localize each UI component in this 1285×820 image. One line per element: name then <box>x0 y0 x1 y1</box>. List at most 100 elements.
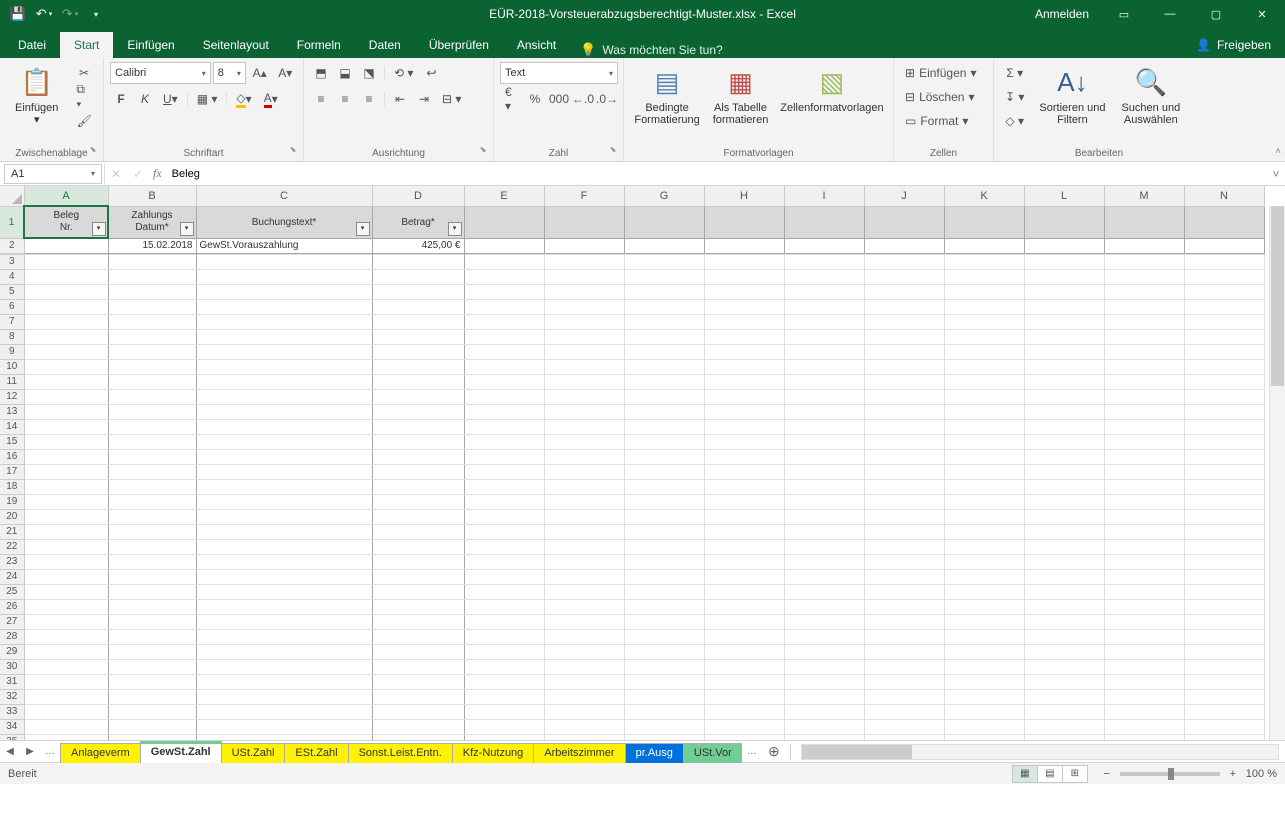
row-header[interactable]: 30 <box>0 659 24 674</box>
cell[interactable] <box>1184 689 1264 704</box>
sheet-tab[interactable]: ESt.Zahl <box>284 743 348 763</box>
cell[interactable] <box>196 569 372 584</box>
cell[interactable] <box>944 719 1024 734</box>
tab-review[interactable]: Überprüfen <box>415 32 503 58</box>
cell[interactable] <box>1024 719 1104 734</box>
align-bottom-button[interactable]: ⬔ <box>358 62 380 84</box>
cell[interactable] <box>864 299 944 314</box>
cell[interactable] <box>544 479 624 494</box>
account-sign-in[interactable]: Anmelden <box>1023 7 1101 21</box>
cell[interactable] <box>944 404 1024 419</box>
cell[interactable] <box>544 359 624 374</box>
cell[interactable] <box>464 659 544 674</box>
wrap-text-button[interactable]: ↩ <box>420 62 442 84</box>
cell[interactable] <box>1184 464 1264 479</box>
cell[interactable] <box>108 689 196 704</box>
cell[interactable] <box>1184 584 1264 599</box>
accounting-format-button[interactable]: € ▾ <box>500 88 522 110</box>
copy-button[interactable]: ⧉ ▾ <box>71 86 97 108</box>
cell[interactable] <box>372 479 464 494</box>
cell[interactable] <box>196 674 372 689</box>
column-header[interactable]: E <box>464 186 544 206</box>
column-header[interactable]: I <box>784 186 864 206</box>
name-box[interactable]: A1▾ <box>4 164 102 184</box>
cell[interactable] <box>544 614 624 629</box>
row-header[interactable]: 16 <box>0 449 24 464</box>
cell[interactable] <box>1024 599 1104 614</box>
cell[interactable] <box>624 254 704 269</box>
cell[interactable] <box>1104 689 1184 704</box>
cell[interactable] <box>704 284 784 299</box>
cell[interactable] <box>108 419 196 434</box>
cell[interactable] <box>24 389 108 404</box>
column-header[interactable]: D <box>372 186 464 206</box>
cell[interactable] <box>372 689 464 704</box>
cell[interactable] <box>944 539 1024 554</box>
cell[interactable] <box>624 449 704 464</box>
cell[interactable] <box>544 389 624 404</box>
cell[interactable] <box>1184 524 1264 539</box>
cell[interactable] <box>108 284 196 299</box>
cell[interactable] <box>372 719 464 734</box>
cell[interactable] <box>464 599 544 614</box>
cell[interactable] <box>1184 344 1264 359</box>
cell[interactable] <box>784 704 864 719</box>
cell[interactable] <box>864 509 944 524</box>
cell[interactable] <box>24 254 108 269</box>
row-header[interactable]: 11 <box>0 374 24 389</box>
cell[interactable]: GewSt.Vorauszahlung <box>196 238 372 253</box>
cell[interactable] <box>196 344 372 359</box>
enter-formula-button[interactable]: ✓ <box>127 167 149 181</box>
cell[interactable] <box>544 524 624 539</box>
cell[interactable] <box>624 389 704 404</box>
cell[interactable] <box>1104 374 1184 389</box>
cell[interactable] <box>24 344 108 359</box>
align-center-button[interactable]: ≡ <box>334 88 356 110</box>
cell[interactable] <box>1184 329 1264 344</box>
cell[interactable] <box>1104 674 1184 689</box>
cell[interactable] <box>196 659 372 674</box>
cell[interactable] <box>1184 629 1264 644</box>
cell[interactable] <box>704 329 784 344</box>
cell[interactable] <box>544 509 624 524</box>
row-header[interactable]: 24 <box>0 569 24 584</box>
cell[interactable] <box>864 539 944 554</box>
cell[interactable] <box>784 419 864 434</box>
clipboard-launcher[interactable]: ⬊ <box>87 145 99 157</box>
cell[interactable] <box>24 689 108 704</box>
cell[interactable] <box>1024 569 1104 584</box>
cell[interactable] <box>464 284 544 299</box>
cell[interactable] <box>1024 299 1104 314</box>
cell[interactable] <box>784 509 864 524</box>
cell[interactable] <box>944 704 1024 719</box>
row-header[interactable]: 34 <box>0 719 24 734</box>
format-as-table-button[interactable]: ▦Als Tabelle formatieren <box>708 60 773 142</box>
cell[interactable] <box>864 389 944 404</box>
orientation-button[interactable]: ⟲ ▾ <box>389 62 418 84</box>
page-break-view-button[interactable]: ⊞ <box>1062 765 1088 783</box>
cell[interactable]: 15.02.2018 <box>108 238 196 253</box>
cell[interactable] <box>108 629 196 644</box>
cell[interactable] <box>24 419 108 434</box>
sheet-tab[interactable]: Anlageverm <box>60 743 141 763</box>
cell[interactable] <box>864 494 944 509</box>
cell[interactable] <box>24 524 108 539</box>
cell[interactable] <box>1104 449 1184 464</box>
cell[interactable] <box>1024 614 1104 629</box>
cell[interactable] <box>372 374 464 389</box>
cell[interactable] <box>196 509 372 524</box>
font-name-combo[interactable]: Calibri▾ <box>110 62 211 84</box>
cell[interactable] <box>1024 734 1104 740</box>
cell[interactable] <box>544 719 624 734</box>
cell[interactable] <box>784 359 864 374</box>
qat-customize[interactable]: ▾ <box>84 2 108 26</box>
cell[interactable] <box>784 659 864 674</box>
cell[interactable] <box>544 539 624 554</box>
cell[interactable] <box>1104 314 1184 329</box>
cell[interactable] <box>464 464 544 479</box>
cell[interactable] <box>1104 464 1184 479</box>
cell[interactable] <box>704 419 784 434</box>
cell[interactable] <box>372 524 464 539</box>
cell[interactable] <box>464 449 544 464</box>
cell[interactable] <box>1184 269 1264 284</box>
